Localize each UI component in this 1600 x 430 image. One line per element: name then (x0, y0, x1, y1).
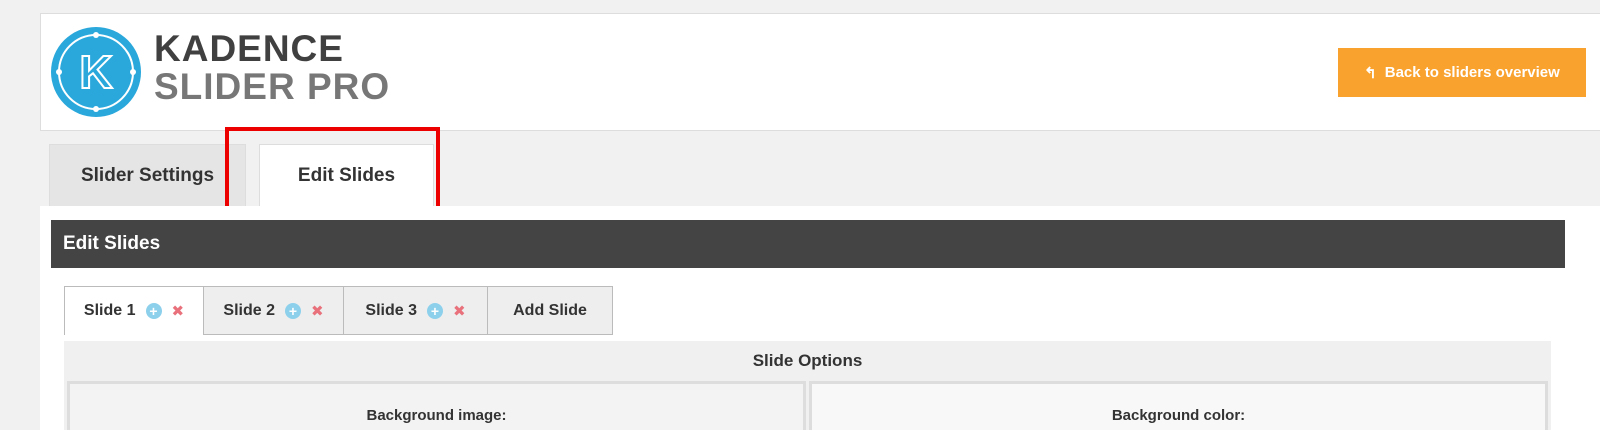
logo-letter: K (79, 46, 112, 98)
delete-slide-icon[interactable]: ✖ (453, 302, 466, 320)
delete-slide-icon[interactable]: ✖ (172, 302, 185, 320)
logo-line-1: KADENCE (154, 28, 344, 69)
duplicate-slide-icon[interactable]: + (285, 302, 301, 319)
duplicate-slide-icon[interactable]: + (427, 302, 443, 319)
tab-edit-slides[interactable]: Edit Slides (259, 144, 434, 206)
slide-tab-1[interactable]: Slide 1 + ✖ (64, 286, 204, 335)
slide-options-title: Slide Options (752, 351, 863, 370)
slide-tab-3[interactable]: Slide 3 + ✖ (343, 286, 488, 335)
logo-line-2: SLIDER PRO (154, 66, 391, 107)
back-button-label: Back to sliders overview (1384, 64, 1560, 81)
slide-tab-label: Slide 1 (83, 302, 136, 319)
slide-tab-label: Slide 2 (223, 301, 275, 319)
delete-slide-icon[interactable]: ✖ (311, 302, 324, 320)
background-image-label: Background image: (67, 381, 806, 430)
logo-wordmark: KADENCE SLIDER PRO (154, 30, 390, 106)
return-arrow-icon: ↰ (1364, 64, 1377, 82)
kadence-logo-icon: K (51, 27, 141, 117)
duplicate-slide-icon[interactable]: + (145, 303, 162, 319)
slide-tab-label: Slide 3 (365, 301, 417, 319)
plugin-header: K KADENCE SLIDER PRO ↰ Back to sliders o… (40, 13, 1600, 131)
slide-tab-2[interactable]: Slide 2 + ✖ (203, 286, 344, 335)
back-to-sliders-button[interactable]: ↰ Back to sliders overview (1338, 48, 1586, 97)
background-color-label: Background color: (809, 381, 1548, 430)
tab-slider-settings[interactable]: Slider Settings (49, 144, 246, 206)
slide-options: Slide Options Background image: Backgrou… (64, 341, 1551, 430)
add-slide-button[interactable]: Add Slide (487, 286, 613, 335)
panel-title: Edit Slides (51, 220, 1565, 268)
edit-slides-panel: Edit Slides Slide 1 + ✖ Slide 2 + ✖ Slid… (40, 206, 1600, 430)
